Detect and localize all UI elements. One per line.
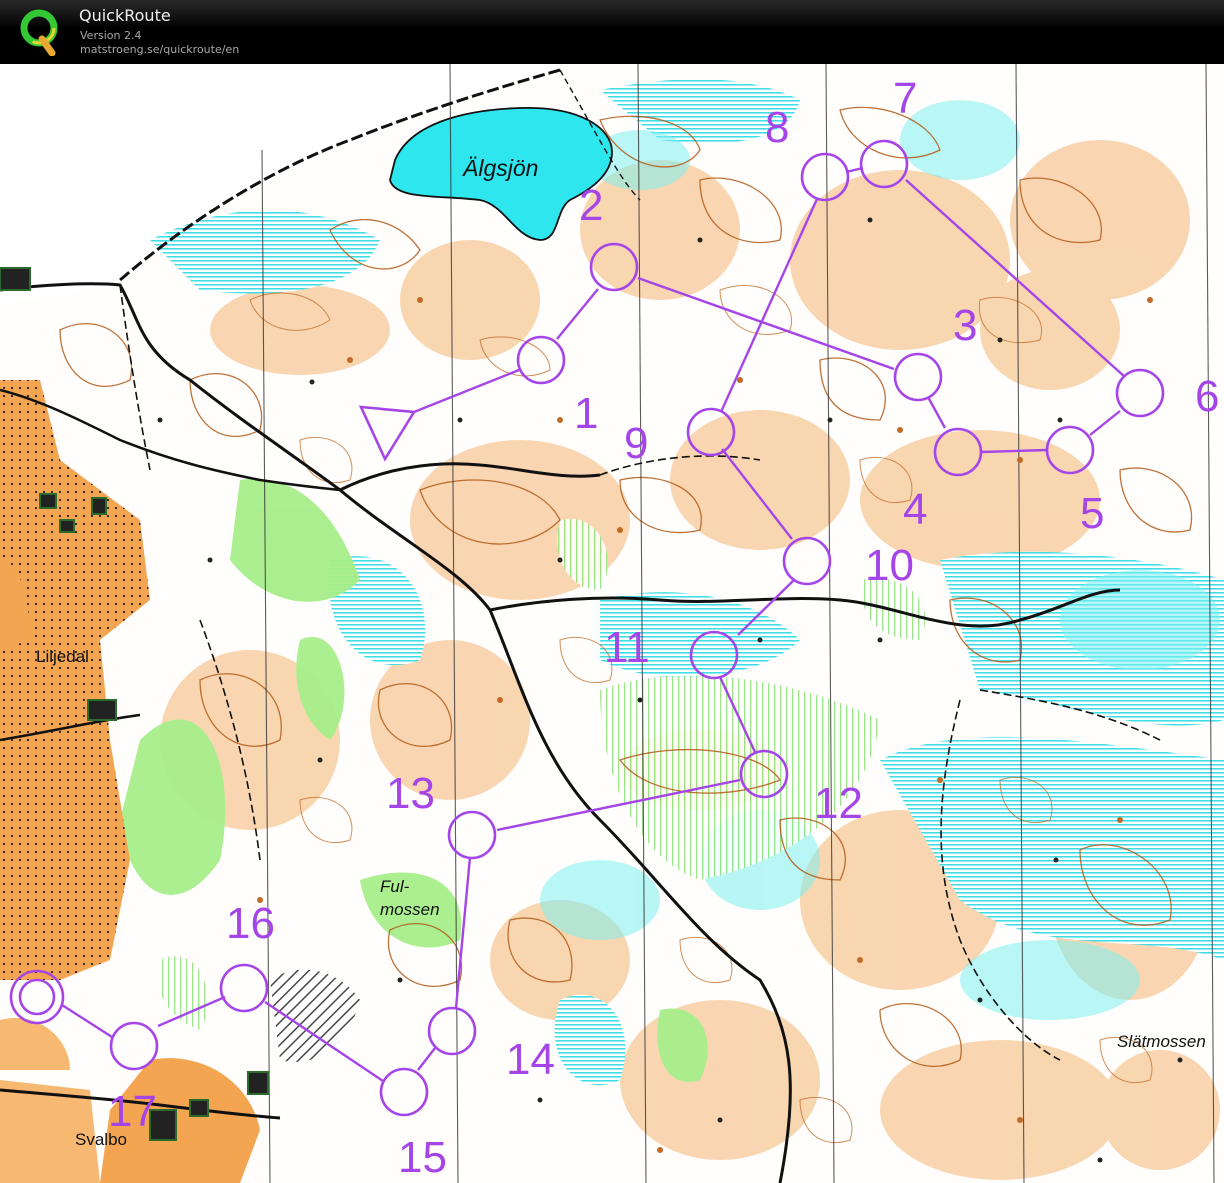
control-number-15: 15 (398, 1133, 447, 1182)
control-number-14: 14 (506, 1035, 555, 1084)
control-number-1: 1 (574, 389, 598, 438)
control-number-11: 11 (604, 623, 650, 672)
control-number-16: 16 (226, 899, 275, 948)
control-number-6: 6 (1195, 372, 1219, 421)
app-title: QuickRoute (79, 6, 171, 25)
quickroute-logo (20, 9, 58, 56)
control-number-10: 10 (865, 541, 914, 590)
label-algsjon: Älgsjön (462, 155, 538, 181)
control-number-13: 13 (386, 769, 435, 818)
control-number-4: 4 (903, 485, 927, 534)
app-version: Version 2.4 (80, 29, 142, 42)
control-number-9: 9 (624, 419, 648, 468)
label-fulmossen-1: Ful- (380, 877, 410, 896)
control-number-2: 2 (579, 181, 603, 230)
control-number-17: 17 (108, 1087, 157, 1136)
control-number-7: 7 (893, 74, 917, 123)
control-number-5: 5 (1080, 489, 1104, 538)
label-slatmossen: Slätmossen (1117, 1032, 1206, 1051)
label-svalbo: Svalbo (75, 1130, 127, 1149)
control-number-3: 3 (953, 301, 977, 350)
control-number-8: 8 (765, 103, 789, 152)
title-bar: QuickRoute Version 2.4 matstroeng.se/qui… (0, 0, 1224, 64)
label-fulmossen-2: mossen (380, 900, 440, 919)
label-liljedal: Liljedal (36, 647, 89, 666)
orienteering-map[interactable]: 1 2 3 4 5 6 7 8 9 10 11 12 13 14 15 16 1… (0, 64, 1224, 1183)
app-url[interactable]: matstroeng.se/quickroute/en (80, 43, 239, 56)
control-number-12: 12 (814, 779, 863, 828)
